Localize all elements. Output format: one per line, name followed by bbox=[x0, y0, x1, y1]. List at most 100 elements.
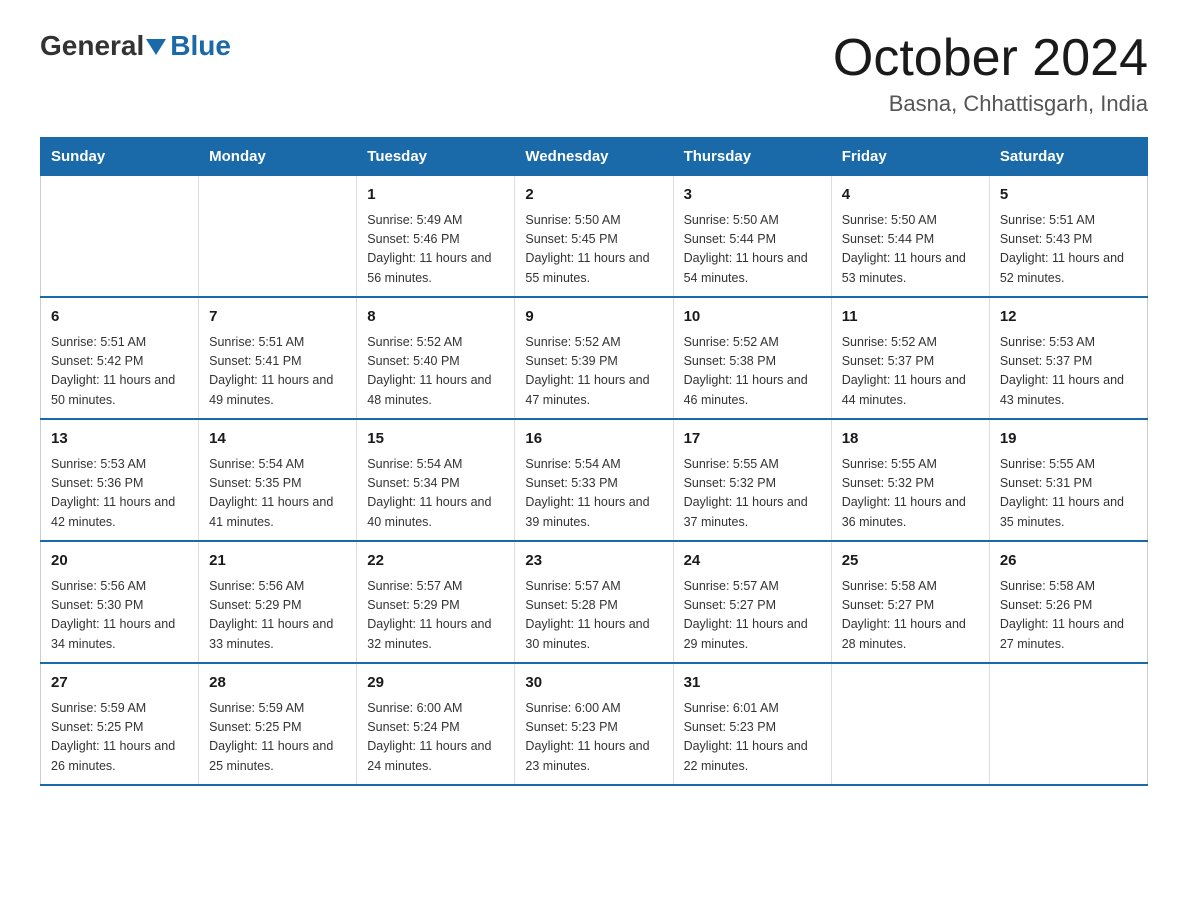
day-number: 11 bbox=[842, 306, 979, 329]
day-info: Sunrise: 5:51 AM Sunset: 5:41 PM Dayligh… bbox=[209, 333, 346, 411]
month-title: October 2024 bbox=[833, 30, 1148, 87]
day-info: Sunrise: 5:52 AM Sunset: 5:39 PM Dayligh… bbox=[525, 333, 662, 411]
day-info: Sunrise: 5:58 AM Sunset: 5:26 PM Dayligh… bbox=[1000, 577, 1137, 655]
day-number: 14 bbox=[209, 428, 346, 451]
column-header-wednesday: Wednesday bbox=[515, 138, 673, 176]
calendar-table: SundayMondayTuesdayWednesdayThursdayFrid… bbox=[40, 137, 1148, 786]
column-header-tuesday: Tuesday bbox=[357, 138, 515, 176]
day-info: Sunrise: 5:53 AM Sunset: 5:37 PM Dayligh… bbox=[1000, 333, 1137, 411]
day-info: Sunrise: 6:01 AM Sunset: 5:23 PM Dayligh… bbox=[684, 699, 821, 777]
day-info: Sunrise: 5:59 AM Sunset: 5:25 PM Dayligh… bbox=[209, 699, 346, 777]
day-number: 31 bbox=[684, 672, 821, 695]
day-info: Sunrise: 5:50 AM Sunset: 5:45 PM Dayligh… bbox=[525, 211, 662, 289]
day-number: 2 bbox=[525, 184, 662, 207]
calendar-cell: 30Sunrise: 6:00 AM Sunset: 5:23 PM Dayli… bbox=[515, 663, 673, 785]
calendar-cell: 18Sunrise: 5:55 AM Sunset: 5:32 PM Dayli… bbox=[831, 419, 989, 541]
calendar-week-row: 27 Sunrise: 5:59 AM Sunset: 5:25 PM Dayli… bbox=[41, 663, 1148, 785]
day-number: 12 bbox=[1000, 306, 1137, 329]
day-info: Sunrise: 5:56 AM Sunset: 5:29 PM Dayligh… bbox=[209, 577, 346, 655]
day-number: 26 bbox=[1000, 550, 1137, 573]
calendar-cell: 22 Sunrise: 5:57 AM Sunset: 5:29 PM Dayli… bbox=[357, 541, 515, 663]
day-info: Sunrise: 5:51 AM Sunset: 5:43 PM Dayligh… bbox=[1000, 211, 1137, 289]
day-number: 10 bbox=[684, 306, 821, 329]
day-number: 9 bbox=[525, 306, 662, 329]
calendar-cell: 21 Sunrise: 5:56 AM Sunset: 5:29 PM Dayli… bbox=[199, 541, 357, 663]
calendar-cell: 12 Sunrise: 5:53 AM Sunset: 5:37 PM Dayli… bbox=[989, 297, 1147, 419]
day-info: Sunrise: 5:57 AM Sunset: 5:28 PM Dayligh… bbox=[525, 577, 662, 655]
day-info: Sunrise: 5:57 AM Sunset: 5:29 PM Dayligh… bbox=[367, 577, 504, 655]
day-number: 17 bbox=[684, 428, 821, 451]
calendar-cell: 14Sunrise: 5:54 AM Sunset: 5:35 PM Dayli… bbox=[199, 419, 357, 541]
day-info: Sunrise: 5:55 AM Sunset: 5:32 PM Dayligh… bbox=[842, 455, 979, 533]
title-area: October 2024 Basna, Chhattisgarh, India bbox=[833, 30, 1148, 117]
calendar-cell bbox=[41, 176, 199, 298]
calendar-cell: 29 Sunrise: 6:00 AM Sunset: 5:24 PM Dayli… bbox=[357, 663, 515, 785]
day-number: 1 bbox=[367, 184, 504, 207]
calendar-week-row: 6 Sunrise: 5:51 AM Sunset: 5:42 PM Daylig… bbox=[41, 297, 1148, 419]
day-number: 19 bbox=[1000, 428, 1137, 451]
calendar-cell: 24 Sunrise: 5:57 AM Sunset: 5:27 PM Dayli… bbox=[673, 541, 831, 663]
calendar-cell: 1Sunrise: 5:49 AM Sunset: 5:46 PM Daylig… bbox=[357, 176, 515, 298]
day-number: 6 bbox=[51, 306, 188, 329]
calendar-cell: 25 Sunrise: 5:58 AM Sunset: 5:27 PM Dayli… bbox=[831, 541, 989, 663]
logo-general: General bbox=[40, 30, 144, 62]
calendar-cell: 6 Sunrise: 5:51 AM Sunset: 5:42 PM Daylig… bbox=[41, 297, 199, 419]
day-info: Sunrise: 5:54 AM Sunset: 5:34 PM Dayligh… bbox=[367, 455, 504, 533]
day-number: 30 bbox=[525, 672, 662, 695]
calendar-week-row: 20 Sunrise: 5:56 AM Sunset: 5:30 PM Dayli… bbox=[41, 541, 1148, 663]
day-number: 22 bbox=[367, 550, 504, 573]
calendar-week-row: 13Sunrise: 5:53 AM Sunset: 5:36 PM Dayli… bbox=[41, 419, 1148, 541]
day-info: Sunrise: 6:00 AM Sunset: 5:24 PM Dayligh… bbox=[367, 699, 504, 777]
day-info: Sunrise: 5:57 AM Sunset: 5:27 PM Dayligh… bbox=[684, 577, 821, 655]
calendar-cell: 20 Sunrise: 5:56 AM Sunset: 5:30 PM Dayli… bbox=[41, 541, 199, 663]
calendar-cell: 15 Sunrise: 5:54 AM Sunset: 5:34 PM Dayli… bbox=[357, 419, 515, 541]
calendar-cell: 3Sunrise: 5:50 AM Sunset: 5:44 PM Daylig… bbox=[673, 176, 831, 298]
day-number: 8 bbox=[367, 306, 504, 329]
column-header-friday: Friday bbox=[831, 138, 989, 176]
calendar-cell: 28 Sunrise: 5:59 AM Sunset: 5:25 PM Dayli… bbox=[199, 663, 357, 785]
calendar-cell: 27 Sunrise: 5:59 AM Sunset: 5:25 PM Dayli… bbox=[41, 663, 199, 785]
day-info: Sunrise: 5:55 AM Sunset: 5:31 PM Dayligh… bbox=[1000, 455, 1137, 533]
column-header-saturday: Saturday bbox=[989, 138, 1147, 176]
day-number: 28 bbox=[209, 672, 346, 695]
day-info: Sunrise: 5:55 AM Sunset: 5:32 PM Dayligh… bbox=[684, 455, 821, 533]
calendar-cell: 23 Sunrise: 5:57 AM Sunset: 5:28 PM Dayli… bbox=[515, 541, 673, 663]
day-number: 23 bbox=[525, 550, 662, 573]
logo-text: General Blue bbox=[40, 30, 231, 62]
day-number: 21 bbox=[209, 550, 346, 573]
day-number: 24 bbox=[684, 550, 821, 573]
location-title: Basna, Chhattisgarh, India bbox=[833, 91, 1148, 117]
logo-triangle-icon bbox=[146, 35, 168, 57]
day-number: 27 bbox=[51, 672, 188, 695]
day-info: Sunrise: 5:52 AM Sunset: 5:37 PM Dayligh… bbox=[842, 333, 979, 411]
day-info: Sunrise: 5:51 AM Sunset: 5:42 PM Dayligh… bbox=[51, 333, 188, 411]
calendar-cell: 10 Sunrise: 5:52 AM Sunset: 5:38 PM Dayli… bbox=[673, 297, 831, 419]
day-number: 3 bbox=[684, 184, 821, 207]
day-info: Sunrise: 5:52 AM Sunset: 5:38 PM Dayligh… bbox=[684, 333, 821, 411]
calendar-week-row: 1Sunrise: 5:49 AM Sunset: 5:46 PM Daylig… bbox=[41, 176, 1148, 298]
logo-blue: Blue bbox=[170, 30, 231, 62]
day-number: 20 bbox=[51, 550, 188, 573]
day-info: Sunrise: 5:59 AM Sunset: 5:25 PM Dayligh… bbox=[51, 699, 188, 777]
day-info: Sunrise: 5:54 AM Sunset: 5:33 PM Dayligh… bbox=[525, 455, 662, 533]
calendar-cell bbox=[199, 176, 357, 298]
day-number: 4 bbox=[842, 184, 979, 207]
day-info: Sunrise: 5:53 AM Sunset: 5:36 PM Dayligh… bbox=[51, 455, 188, 533]
page-header: General Blue October 2024 Basna, Chhatti… bbox=[40, 30, 1148, 117]
calendar-cell: 26 Sunrise: 5:58 AM Sunset: 5:26 PM Dayli… bbox=[989, 541, 1147, 663]
day-number: 29 bbox=[367, 672, 504, 695]
day-number: 5 bbox=[1000, 184, 1137, 207]
day-info: Sunrise: 5:56 AM Sunset: 5:30 PM Dayligh… bbox=[51, 577, 188, 655]
day-info: Sunrise: 5:50 AM Sunset: 5:44 PM Dayligh… bbox=[842, 211, 979, 289]
day-info: Sunrise: 5:52 AM Sunset: 5:40 PM Dayligh… bbox=[367, 333, 504, 411]
day-number: 25 bbox=[842, 550, 979, 573]
calendar-cell: 17 Sunrise: 5:55 AM Sunset: 5:32 PM Dayli… bbox=[673, 419, 831, 541]
day-number: 15 bbox=[367, 428, 504, 451]
calendar-cell bbox=[989, 663, 1147, 785]
calendar-cell: 16Sunrise: 5:54 AM Sunset: 5:33 PM Dayli… bbox=[515, 419, 673, 541]
day-info: Sunrise: 5:58 AM Sunset: 5:27 PM Dayligh… bbox=[842, 577, 979, 655]
calendar-cell: 9 Sunrise: 5:52 AM Sunset: 5:39 PM Daylig… bbox=[515, 297, 673, 419]
calendar-header-row: SundayMondayTuesdayWednesdayThursdayFrid… bbox=[41, 138, 1148, 176]
day-number: 7 bbox=[209, 306, 346, 329]
calendar-cell: 5 Sunrise: 5:51 AM Sunset: 5:43 PM Daylig… bbox=[989, 176, 1147, 298]
